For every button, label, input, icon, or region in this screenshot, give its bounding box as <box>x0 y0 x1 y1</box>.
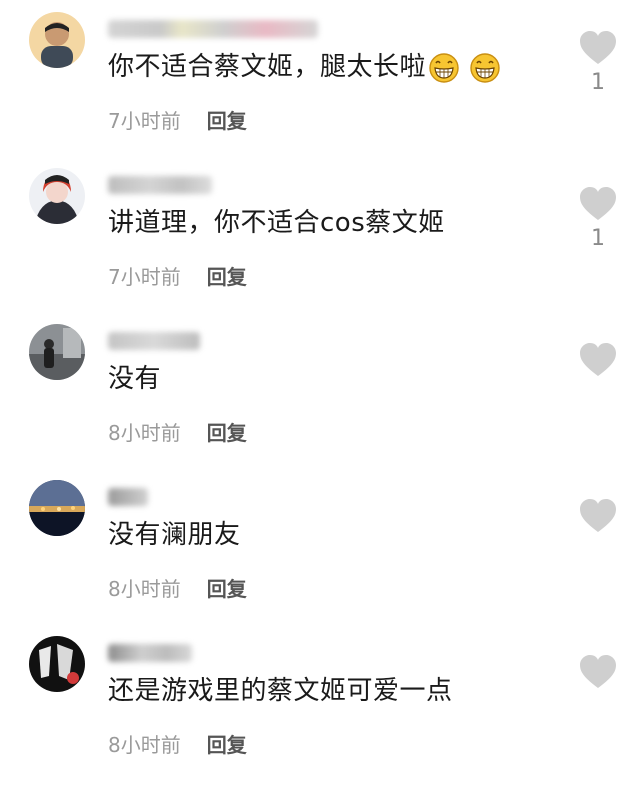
comment-list: 你不适合蔡文姬，腿太长啦 7小时前 回复 1 讲道理，你不适合cos蔡文姬 7小… <box>0 0 640 760</box>
comment-meta: 8小时前 回复 <box>108 574 247 604</box>
comment-item: 没有 8小时前 回复 <box>0 324 640 480</box>
timestamp: 7小时前 <box>108 109 181 133</box>
reply-button[interactable]: 回复 <box>207 577 247 601</box>
reply-button[interactable]: 回复 <box>207 265 247 289</box>
timestamp: 8小时前 <box>108 421 181 445</box>
like-count: 1 <box>591 226 605 251</box>
comment-text: 讲道理，你不适合cos蔡文姬 <box>108 206 445 240</box>
comment-meta: 7小时前 回复 <box>108 262 247 292</box>
comment-text-content: 你不适合蔡文姬，腿太长啦 <box>108 52 427 82</box>
username-blurred[interactable] <box>108 12 348 42</box>
timestamp: 8小时前 <box>108 733 181 757</box>
avatar[interactable] <box>29 324 85 380</box>
username-blurred[interactable] <box>108 324 348 354</box>
comment-text: 没有澜朋友 <box>108 518 241 552</box>
comment-item: 没有澜朋友 8小时前 回复 <box>0 480 640 636</box>
comment-text: 你不适合蔡文姬，腿太长啦 <box>108 50 501 85</box>
comment-meta: 8小时前 回复 <box>108 418 247 448</box>
grinning-face-icon <box>429 53 459 83</box>
comment-meta: 8小时前 回复 <box>108 730 247 760</box>
reply-button[interactable]: 回复 <box>207 109 247 133</box>
comment-text-content: 没有澜朋友 <box>108 520 241 550</box>
comment-text: 没有 <box>108 362 161 396</box>
reply-button[interactable]: 回复 <box>207 733 247 757</box>
comment-item: 你不适合蔡文姬，腿太长啦 7小时前 回复 1 <box>0 12 640 168</box>
comment-text-content: 讲道理，你不适合cos蔡文姬 <box>108 208 445 238</box>
comment-text-content: 没有 <box>108 364 162 394</box>
like-count: 1 <box>591 70 605 95</box>
heart-icon[interactable] <box>578 30 618 66</box>
comment-item: 还是游戏里的蔡文姬可爱一点 8小时前 回复 <box>0 636 640 792</box>
avatar[interactable] <box>29 168 85 224</box>
avatar[interactable] <box>29 480 85 536</box>
username-blurred[interactable] <box>108 636 348 666</box>
comment-item: 讲道理，你不适合cos蔡文姬 7小时前 回复 1 <box>0 168 640 324</box>
username-blurred[interactable] <box>108 168 348 198</box>
avatar[interactable] <box>29 12 85 68</box>
timestamp: 7小时前 <box>108 265 181 289</box>
heart-icon[interactable] <box>578 654 618 690</box>
username-blurred[interactable] <box>108 480 348 510</box>
comment-meta: 7小时前 回复 <box>108 106 247 136</box>
avatar[interactable] <box>29 636 85 692</box>
heart-icon[interactable] <box>578 342 618 378</box>
timestamp: 8小时前 <box>108 577 181 601</box>
grinning-face-icon <box>470 53 500 83</box>
heart-icon[interactable] <box>578 498 618 534</box>
comment-text: 还是游戏里的蔡文姬可爱一点 <box>108 674 453 708</box>
comment-text-content: 还是游戏里的蔡文姬可爱一点 <box>108 676 453 706</box>
reply-button[interactable]: 回复 <box>207 421 247 445</box>
heart-icon[interactable] <box>578 186 618 222</box>
